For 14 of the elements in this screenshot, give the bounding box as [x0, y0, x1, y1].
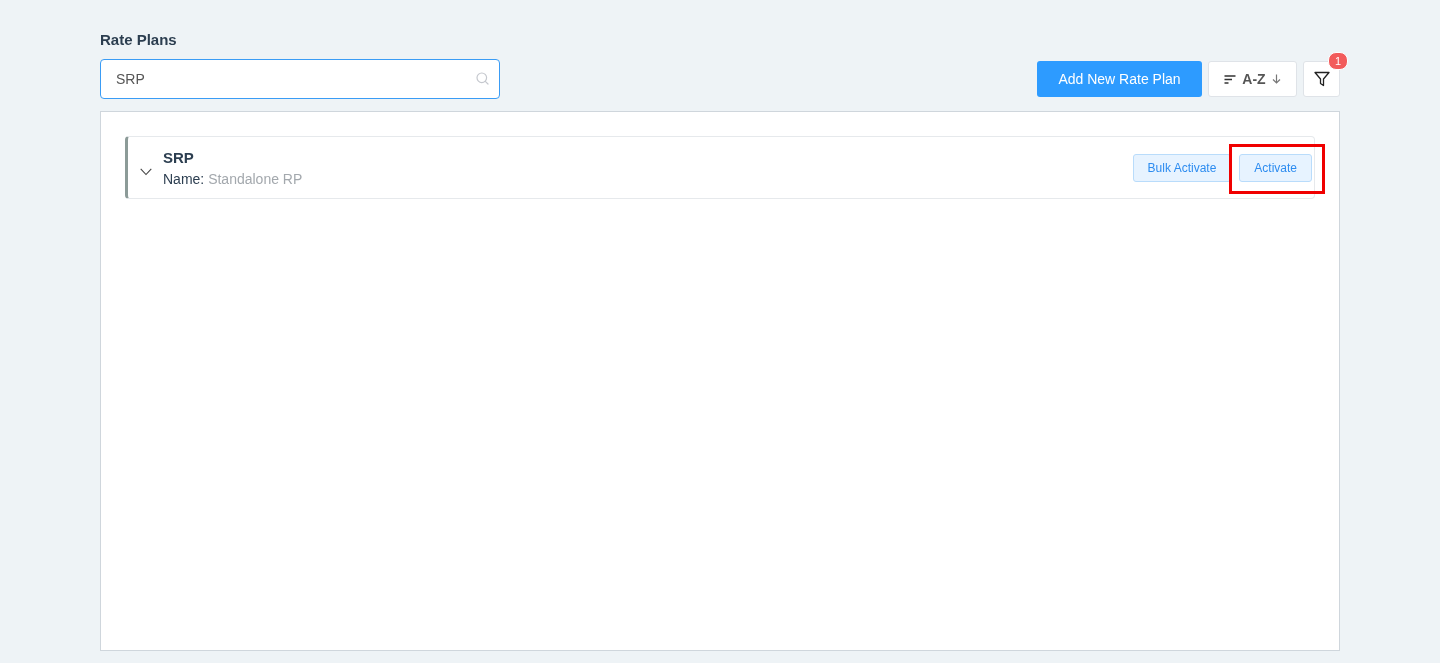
search-field[interactable]: SRP — [100, 59, 500, 99]
filter-count-badge: 1 — [1328, 52, 1348, 70]
arrow-down-icon — [1271, 74, 1281, 84]
bulk-activate-button[interactable]: Bulk Activate — [1132, 153, 1232, 182]
sort-icon — [1224, 74, 1237, 84]
filter-icon — [1313, 71, 1330, 87]
add-rate-plan-button[interactable]: Add New Rate Plan — [1037, 61, 1202, 97]
search-icon — [476, 72, 489, 85]
chevron-down-icon[interactable] — [140, 167, 152, 176]
page-title: Rate Plans — [100, 30, 177, 50]
sort-button[interactable]: A-Z — [1208, 61, 1297, 97]
rate-plan-name: Name: Standalone RP — [163, 169, 303, 188]
rate-plan-code: SRP — [163, 147, 194, 167]
activate-button[interactable]: Activate — [1239, 153, 1312, 182]
